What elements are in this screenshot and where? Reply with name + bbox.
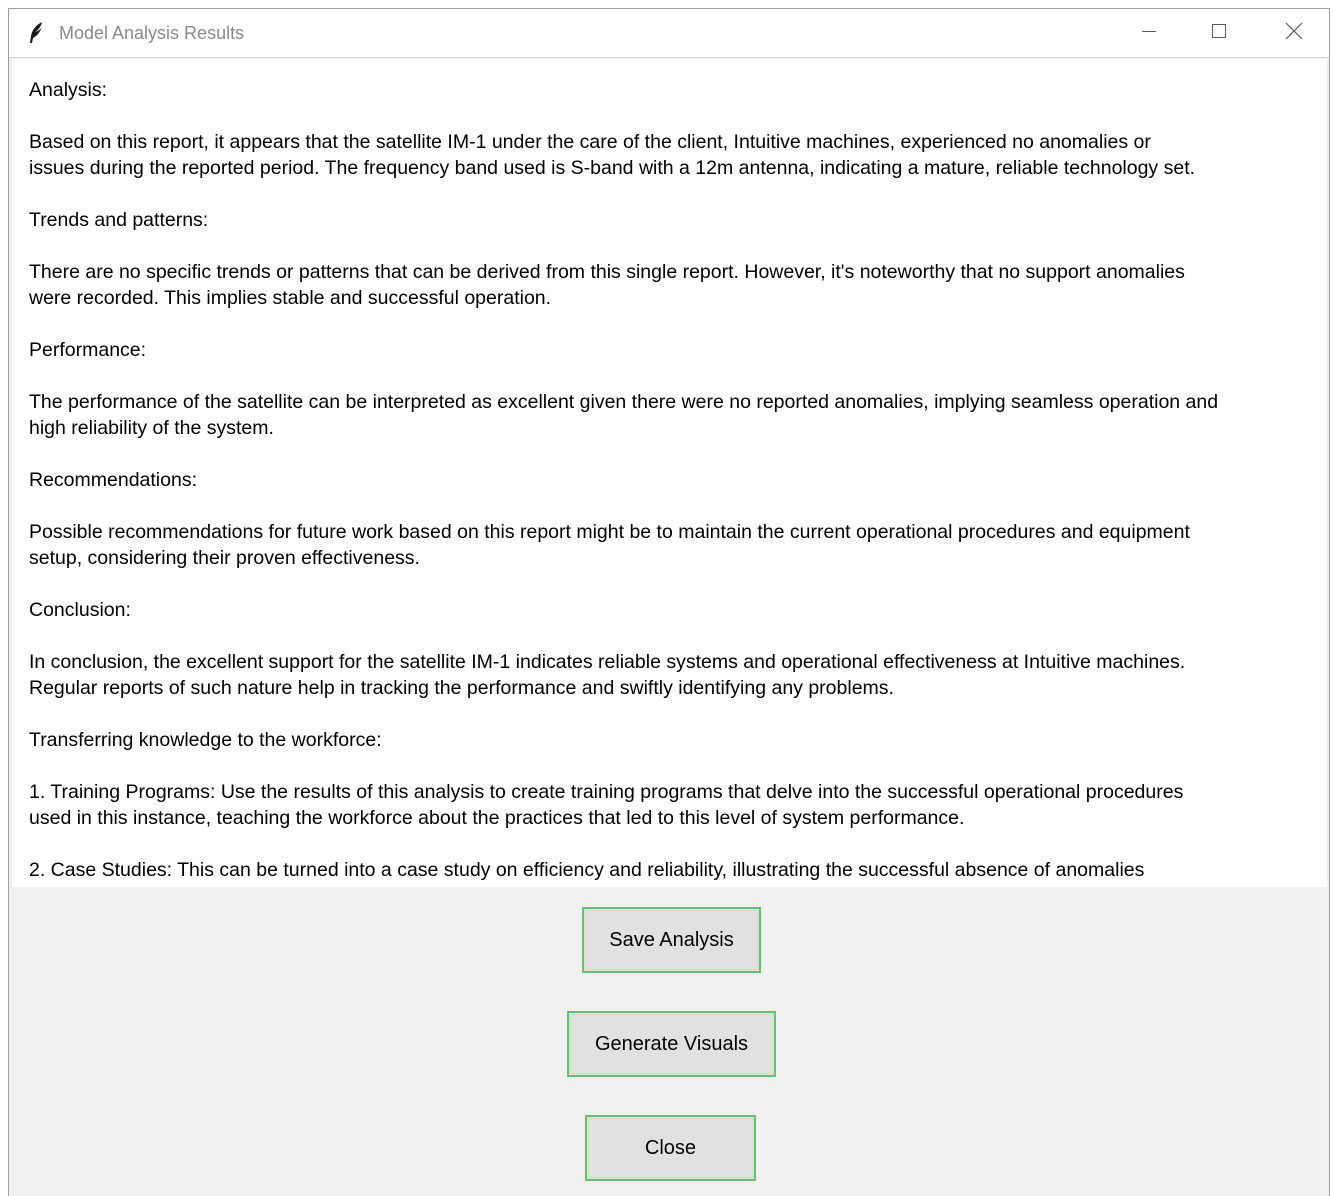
maximize-button[interactable] xyxy=(1189,9,1249,57)
minimize-icon xyxy=(1141,23,1157,44)
minimize-button[interactable] xyxy=(1119,9,1179,57)
section-heading-performance: Performance: xyxy=(29,339,147,361)
paragraph-trends: There are no specific trends or patterns… xyxy=(29,261,1185,309)
paragraph-performance: The performance of the satellite can be … xyxy=(29,391,1219,439)
paragraph-case-studies: 2. Case Studies: This can be turned into… xyxy=(29,859,1145,881)
analysis-window: Model Analysis Results Analysis: Based o… xyxy=(8,8,1330,1196)
close-icon xyxy=(1285,22,1303,45)
save-analysis-button[interactable]: Save Analysis xyxy=(582,907,761,973)
generate-visuals-button-focus-ring xyxy=(570,1014,773,1074)
section-heading-analysis: Analysis: xyxy=(29,79,108,101)
section-heading-transferring: Transferring knowledge to the workforce: xyxy=(29,729,382,751)
section-heading-recommendations: Recommendations: xyxy=(29,469,197,491)
feather-icon xyxy=(27,21,45,45)
section-heading-trends: Trends and patterns: xyxy=(29,209,209,231)
analysis-text-area[interactable]: Analysis: Based on this report, it appea… xyxy=(12,59,1327,887)
maximize-icon xyxy=(1211,23,1227,44)
close-window-button[interactable] xyxy=(1264,9,1324,57)
close-button-focus-ring xyxy=(588,1118,753,1178)
title-bar[interactable]: Model Analysis Results xyxy=(9,9,1329,58)
close-button[interactable]: Close xyxy=(585,1115,756,1181)
paragraph-recommendations: Possible recommendations for future work… xyxy=(29,521,1190,569)
section-heading-conclusion: Conclusion: xyxy=(29,599,131,621)
save-analysis-button-focus-ring xyxy=(585,910,758,970)
paragraph-training-programs: 1. Training Programs: Use the results of… xyxy=(29,781,1184,829)
paragraph-analysis: Based on this report, it appears that th… xyxy=(29,131,1196,179)
paragraph-conclusion: In conclusion, the excellent support for… xyxy=(29,651,1186,699)
window-title: Model Analysis Results xyxy=(59,23,245,43)
generate-visuals-button[interactable]: Generate Visuals xyxy=(567,1011,776,1077)
